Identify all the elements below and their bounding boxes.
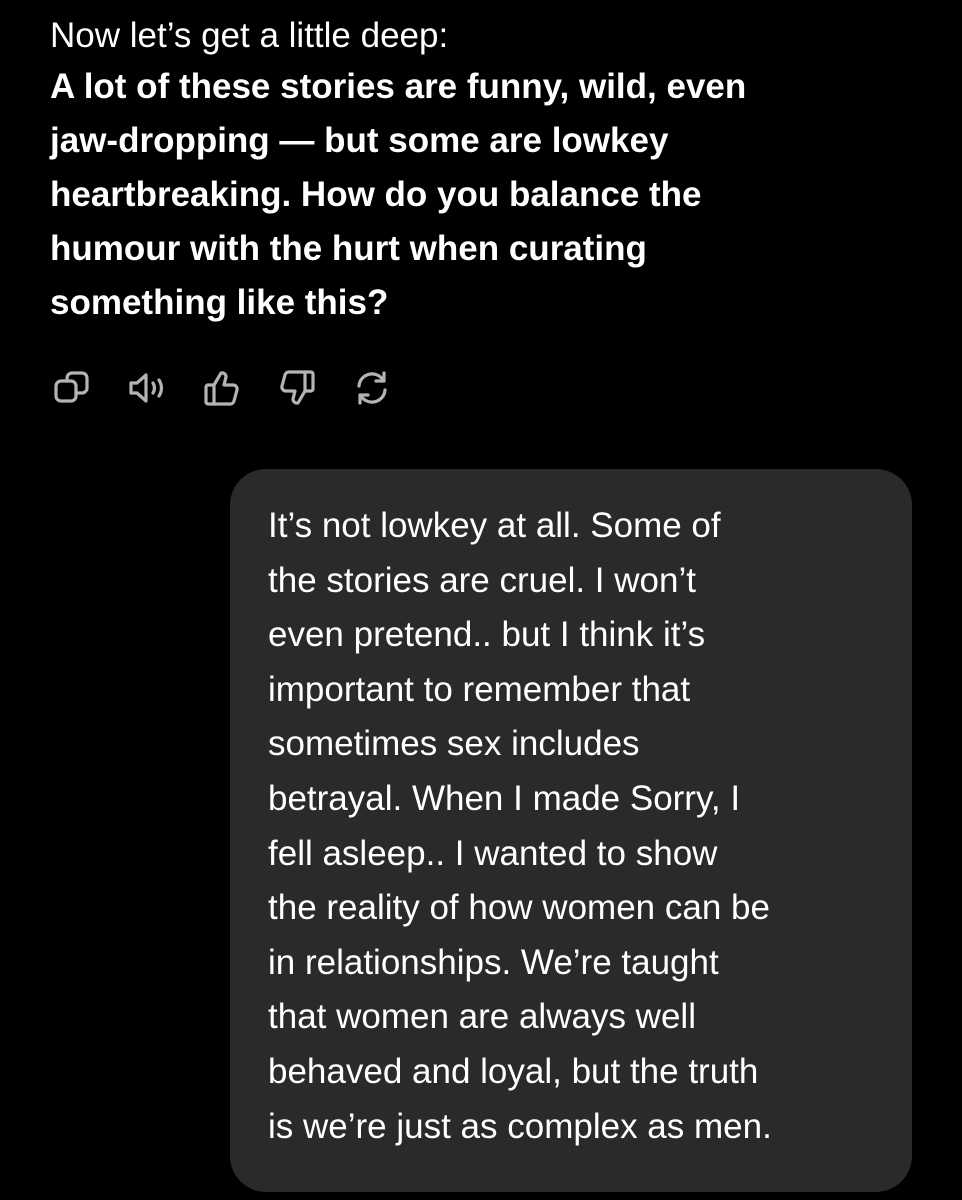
regenerate-button[interactable] [352,368,392,408]
dislike-button[interactable] [277,368,317,408]
thumbs-down-icon [280,370,315,405]
read-aloud-button[interactable] [127,368,167,408]
thumbs-up-icon [204,371,239,406]
user-message-bubble: It’s not lowkey at all. Some of the stor… [230,469,912,1192]
chat-screen: { "assistant": { "intro": "Now let\u2019… [0,0,962,1200]
assistant-question: A lot of these stories are funny, wild, … [50,67,747,322]
like-button[interactable] [202,368,242,408]
assistant-message: Now let’s get a little deep: A lot of th… [50,12,920,330]
copy-button[interactable] [52,368,92,408]
regenerate-icon [357,371,387,405]
message-action-bar [52,366,427,410]
speaker-icon [129,373,164,403]
assistant-intro: Now let’s get a little deep: [50,16,449,55]
user-message-text: It’s not lowkey at all. Some of the stor… [268,506,772,1146]
copy-icon [54,371,89,403]
